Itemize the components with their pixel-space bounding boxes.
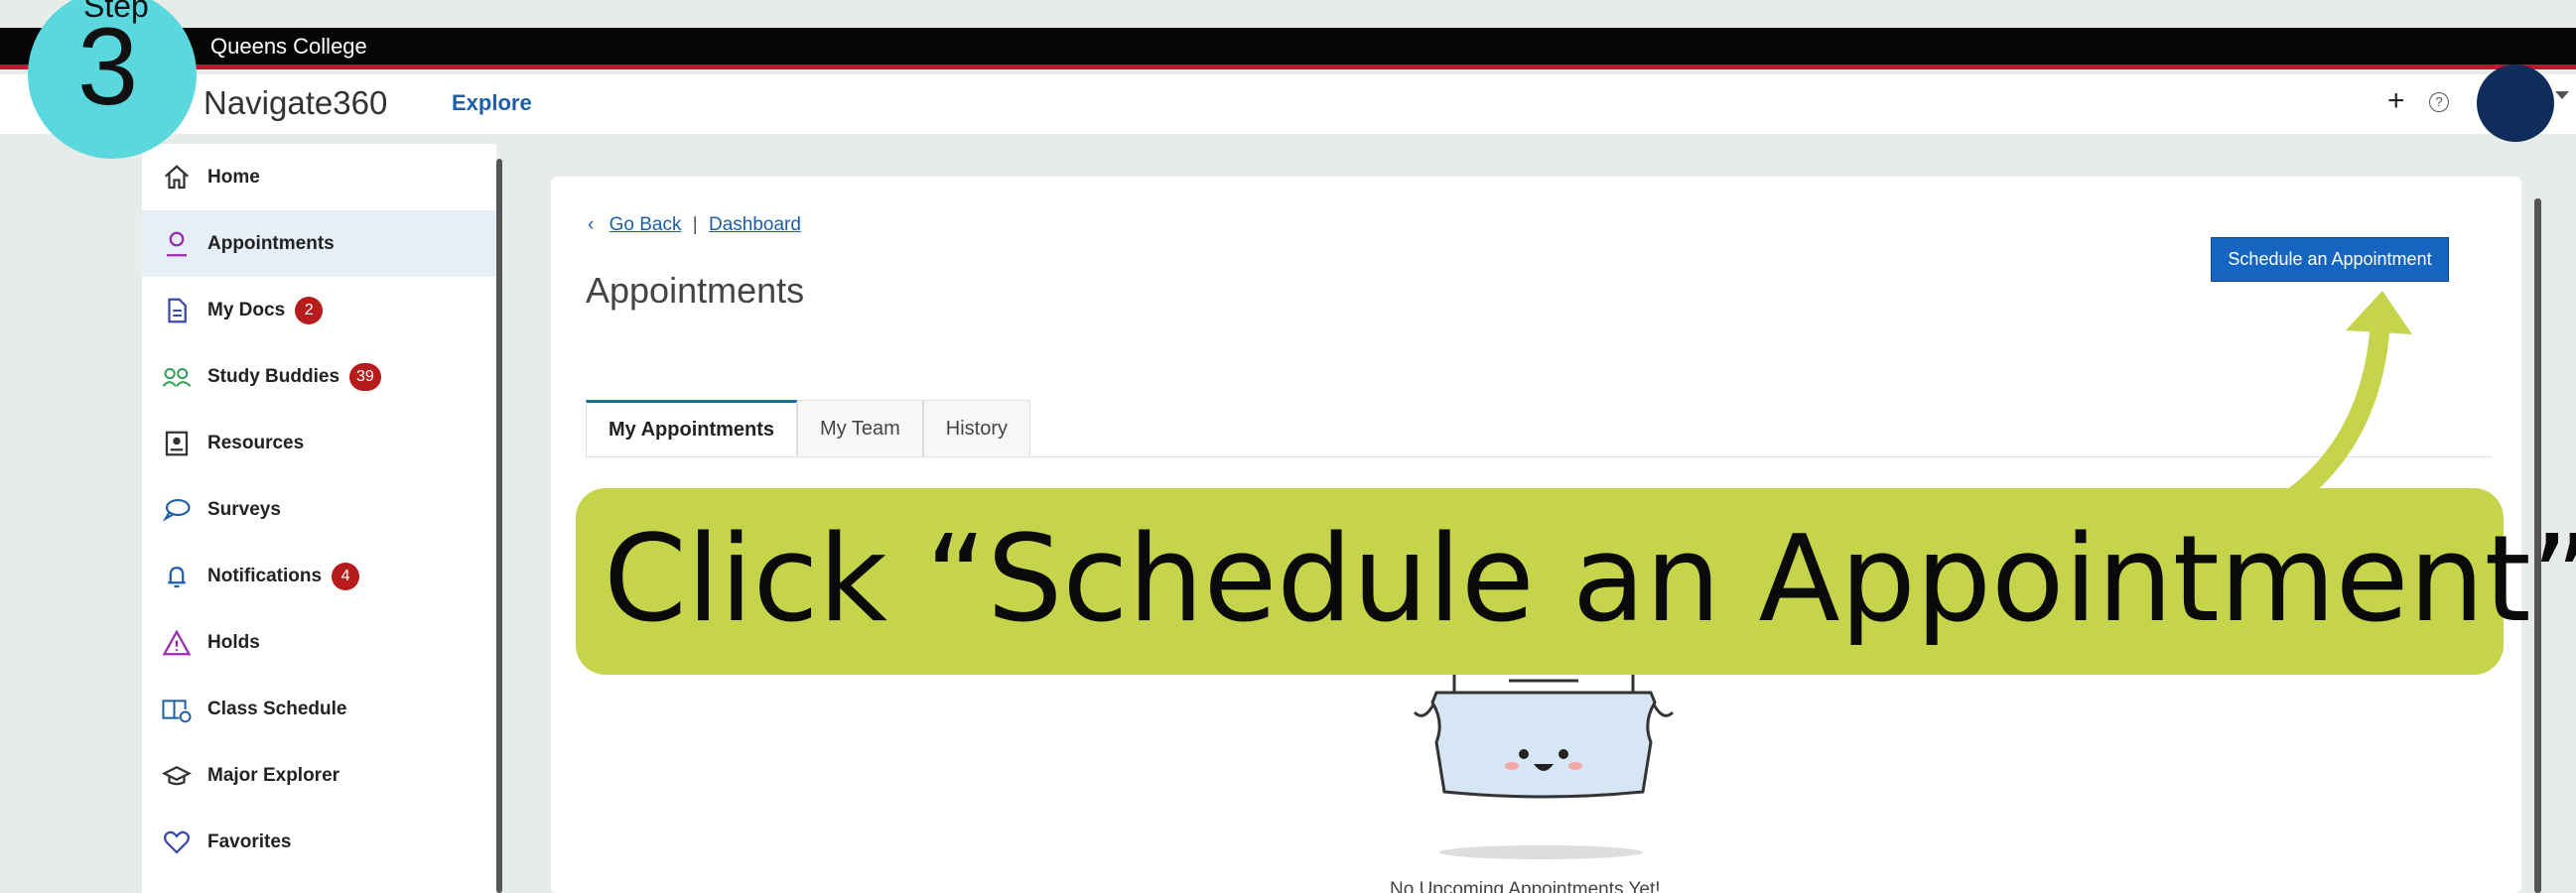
count-badge: 39 xyxy=(349,362,381,391)
tab-my-team[interactable]: My Team xyxy=(797,400,923,457)
warning-icon xyxy=(160,626,194,660)
explore-link[interactable]: Explore xyxy=(452,90,532,116)
sidebar-item-label: Notifications xyxy=(207,565,323,586)
book-icon xyxy=(160,693,194,726)
instruction-text: Click “Schedule an Appointment” xyxy=(604,511,2576,649)
sidebar-item-appointments[interactable]: Appointments xyxy=(142,210,496,277)
sidebar-item-holds[interactable]: Holds xyxy=(142,609,496,676)
illustration-shadow xyxy=(1439,845,1643,859)
chat-bubble-icon xyxy=(160,493,194,527)
person-icon xyxy=(160,227,194,261)
sidebar-item-label: Resources xyxy=(207,432,305,453)
breadcrumb-separator: | xyxy=(692,214,698,235)
sidebar-item-label: Favorites xyxy=(207,830,292,852)
step-number: 3 xyxy=(77,6,139,128)
sidebar-item-label: Appointments xyxy=(207,232,335,254)
tab-my-appointments[interactable]: My Appointments xyxy=(586,400,798,457)
sidebar-item-resources[interactable]: Resources xyxy=(142,410,496,476)
bell-icon xyxy=(160,560,194,593)
appointment-tabs: My Appointments My Team History xyxy=(586,400,1031,457)
avatar[interactable] xyxy=(2477,64,2554,142)
count-badge: 4 xyxy=(332,562,360,590)
app-header: Navigate360 Explore + ? xyxy=(0,74,2576,134)
count-badge: 2 xyxy=(295,296,324,324)
sidebar-scrollbar[interactable] xyxy=(496,159,502,893)
people-icon xyxy=(160,360,194,394)
help-icon[interactable]: ? xyxy=(2429,92,2449,112)
sidebar-item-major-explorer[interactable]: Major Explorer xyxy=(142,742,496,809)
document-icon xyxy=(160,294,194,327)
go-back-link[interactable]: Go Back xyxy=(610,214,682,235)
graduation-cap-icon xyxy=(160,759,194,793)
pointer-arrow-icon xyxy=(2278,291,2412,511)
sidebar-item-label: Class Schedule xyxy=(207,698,347,719)
resources-icon xyxy=(160,427,194,460)
sidebar-item-study-buddies[interactable]: Study Buddies 39 xyxy=(142,343,496,410)
page-title: Appointments xyxy=(586,270,805,311)
app-brand[interactable]: Navigate360 xyxy=(203,84,387,122)
empty-state-message: No Upcoming Appointments Yet! xyxy=(1390,879,1661,893)
sidebar-item-favorites[interactable]: Favorites xyxy=(142,809,496,875)
dashboard-link[interactable]: Dashboard xyxy=(709,214,801,235)
chevron-down-icon[interactable] xyxy=(2555,91,2569,99)
sidebar-item-label: Major Explorer xyxy=(207,764,340,786)
heart-icon xyxy=(160,826,194,859)
sidebar-item-label: Surveys xyxy=(207,498,281,520)
sidebar-item-label: Study Buddies xyxy=(207,365,340,387)
sidebar-item-notifications[interactable]: Notifications 4 xyxy=(142,543,496,609)
sidebar-item-home[interactable]: Home xyxy=(142,144,496,210)
college-name: Queens College xyxy=(210,34,367,59)
schedule-appointment-button[interactable]: Schedule an Appointment xyxy=(2211,237,2449,282)
empty-state-illustration xyxy=(1413,673,1675,799)
sidebar: Home Appointments My Docs 2 Study Buddie… xyxy=(142,144,496,893)
chevron-left-icon[interactable]: ‹ xyxy=(588,214,594,235)
sidebar-item-label: My Docs xyxy=(207,299,286,320)
sidebar-item-surveys[interactable]: Surveys xyxy=(142,476,496,543)
sidebar-item-label: Home xyxy=(207,166,260,188)
plus-icon[interactable]: + xyxy=(2387,84,2405,118)
breadcrumb: ‹ Go Back | Dashboard xyxy=(588,214,801,236)
home-icon xyxy=(160,161,194,194)
institution-bar: Queens College xyxy=(0,28,2576,69)
tab-history[interactable]: History xyxy=(922,400,1031,457)
sidebar-item-class-schedule[interactable]: Class Schedule xyxy=(142,676,496,742)
tabs-divider xyxy=(586,456,2492,457)
sidebar-item-my-docs[interactable]: My Docs 2 xyxy=(142,277,496,343)
sidebar-item-label: Holds xyxy=(207,631,260,653)
